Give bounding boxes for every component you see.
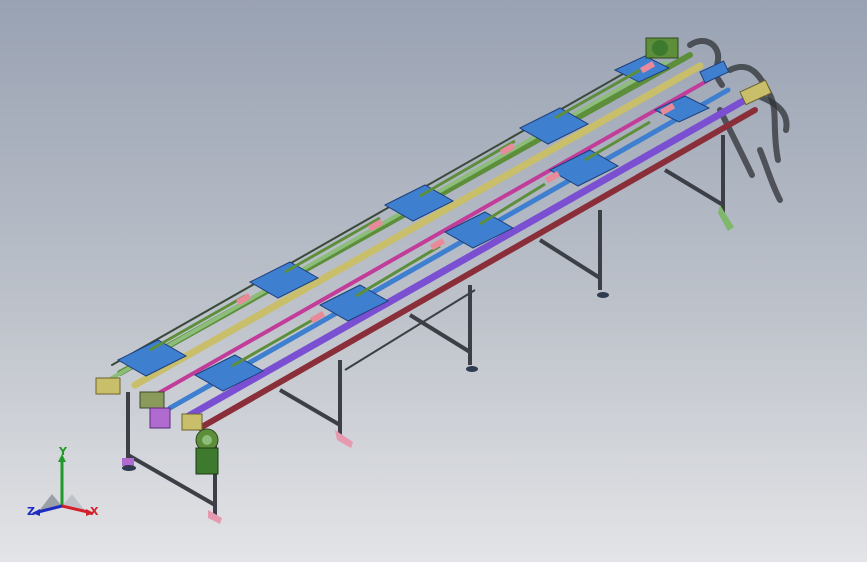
axis-triad-icon xyxy=(32,454,94,516)
graphics-viewport[interactable]: Y Z X xyxy=(0,0,867,562)
coordinate-triad: Y Z X xyxy=(22,446,112,526)
conveyor-model[interactable] xyxy=(0,0,867,562)
motor-right xyxy=(645,37,679,59)
left-end-assembly xyxy=(95,377,203,431)
axis-z-label: Z xyxy=(27,505,35,518)
axis-y-label: Y xyxy=(59,445,67,458)
carriage-row-lower xyxy=(193,95,711,392)
motor-left xyxy=(195,428,219,475)
axis-x-label: X xyxy=(90,505,99,518)
